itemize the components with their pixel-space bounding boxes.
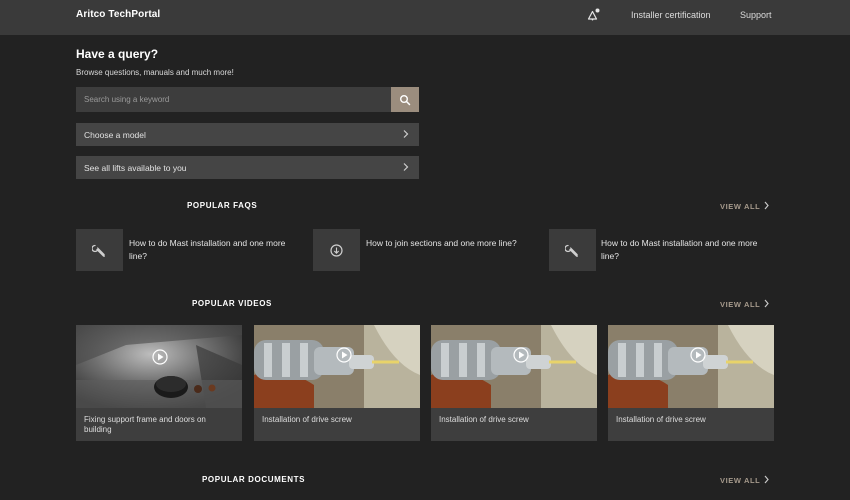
brand-logo[interactable]: Aritco TechPortal xyxy=(76,9,160,20)
see-all-lifts-label: See all lifts available to you xyxy=(84,163,187,173)
faq-item-text[interactable]: How to do Mast installation and one more… xyxy=(129,237,297,262)
choose-model-label: Choose a model xyxy=(84,130,146,140)
video-card[interactable]: Installation of drive screw xyxy=(608,325,774,441)
video-card[interactable]: Installation of drive screw xyxy=(254,325,420,441)
faq-item-icon-box[interactable] xyxy=(76,229,123,271)
video-thumbnail[interactable] xyxy=(431,325,597,408)
chevron-right-icon xyxy=(403,163,409,171)
bell-icon[interactable] xyxy=(587,7,601,21)
wrench-icon xyxy=(92,244,105,257)
video-card[interactable]: Installation of drive screw xyxy=(431,325,597,441)
video-title[interactable]: Installation of drive screw xyxy=(262,415,412,425)
faq-item-text[interactable]: How to join sections and one more line? xyxy=(366,237,534,250)
see-all-lifts-link[interactable]: See all lifts available to you xyxy=(76,156,419,179)
search-button[interactable] xyxy=(391,87,419,112)
faqs-view-all-link[interactable]: VIEW ALL xyxy=(720,202,760,211)
faq-item-icon-box[interactable] xyxy=(549,229,596,271)
popular-documents-title: POPULAR DOCUMENTS xyxy=(202,475,306,484)
nav-installer-certification[interactable]: Installer certification xyxy=(631,10,711,20)
search-field xyxy=(76,87,391,112)
wrench-icon xyxy=(565,244,578,257)
video-card[interactable]: Fixing support frame and doors on buildi… xyxy=(76,325,242,441)
circle-arrow-icon xyxy=(330,244,343,257)
chevron-right-icon xyxy=(403,130,409,138)
videos-view-all-link[interactable]: VIEW ALL xyxy=(720,300,760,309)
top-navigation-bar: Aritco TechPortal Installer certificatio… xyxy=(0,0,850,35)
video-title[interactable]: Installation of drive screw xyxy=(439,415,589,425)
video-thumbnail[interactable] xyxy=(608,325,774,408)
video-title[interactable]: Fixing support frame and doors on buildi… xyxy=(84,415,234,435)
popular-faqs-title: POPULAR FAQS xyxy=(187,201,258,210)
chevron-right-icon[interactable] xyxy=(763,201,770,210)
video-title[interactable]: Installation of drive screw xyxy=(616,415,766,425)
nav-support[interactable]: Support xyxy=(740,10,772,20)
choose-model-select[interactable]: Choose a model xyxy=(76,123,419,146)
video-thumbnail[interactable] xyxy=(76,325,242,408)
search-icon xyxy=(400,95,411,106)
faq-item-text[interactable]: How to do Mast installation and one more… xyxy=(601,237,769,262)
documents-view-all-link[interactable]: VIEW ALL xyxy=(720,476,760,485)
popular-videos-title: POPULAR VIDEOS xyxy=(192,299,272,308)
faq-item-icon-box[interactable] xyxy=(313,229,360,271)
chevron-right-icon[interactable] xyxy=(763,299,770,308)
query-subheading: Browse questions, manuals and much more! xyxy=(76,68,234,77)
video-thumbnail[interactable] xyxy=(254,325,420,408)
query-heading: Have a query? xyxy=(76,47,159,61)
chevron-right-icon[interactable] xyxy=(763,475,770,484)
search-input[interactable] xyxy=(76,87,391,112)
